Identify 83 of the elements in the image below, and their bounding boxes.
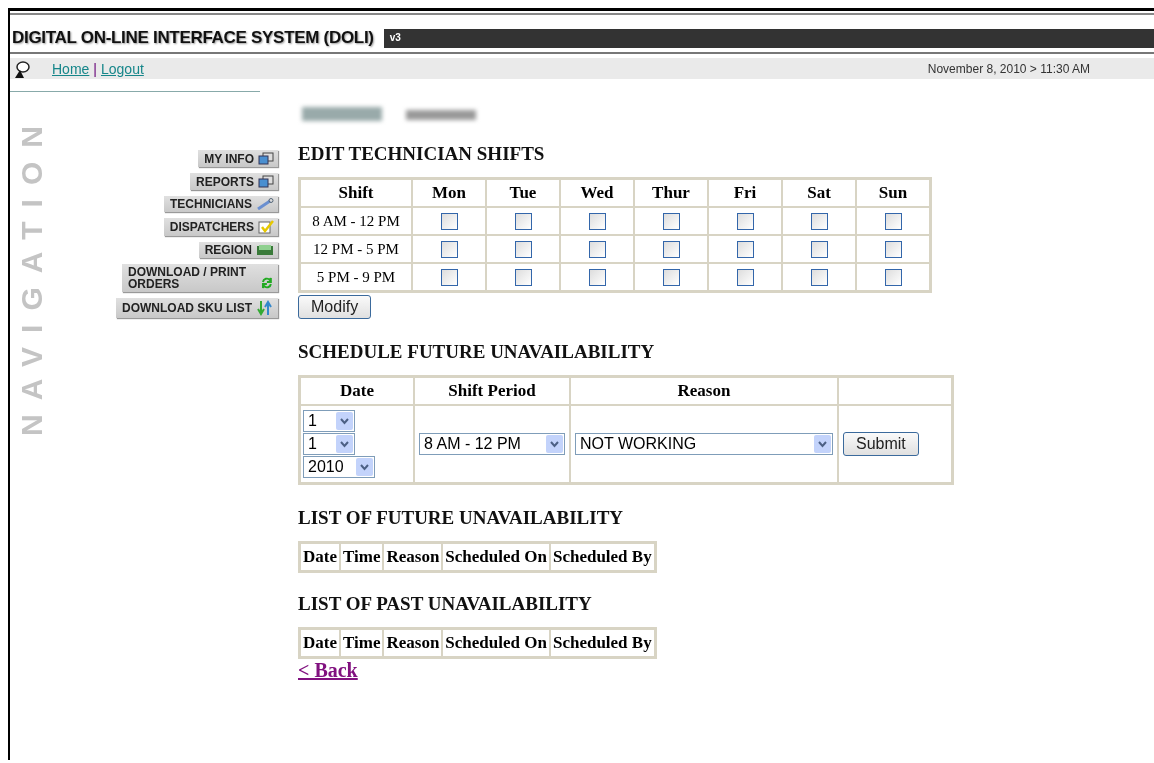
back-link[interactable]: < Back <box>298 659 358 683</box>
checkbox[interactable] <box>736 241 754 259</box>
column-header: Scheduled On <box>442 543 550 572</box>
column-header: Date <box>300 543 340 572</box>
chevron-down-icon <box>356 458 373 477</box>
checkbox[interactable] <box>514 269 532 287</box>
checkbox[interactable] <box>884 213 902 231</box>
submit-button[interactable]: Submit <box>843 432 919 457</box>
column-header: Sun <box>856 179 930 207</box>
column-header: Mon <box>412 179 486 207</box>
shift-label: 8 AM - 12 PM <box>300 207 412 236</box>
column-header: Tue <box>486 179 560 207</box>
nav-button[interactable]: DOWNLOAD / PRINT ORDERS <box>122 264 278 292</box>
checkbox[interactable] <box>810 213 828 231</box>
modify-button[interactable]: Modify <box>298 295 372 320</box>
nav-button[interactable]: DISPATCHERS <box>163 218 278 236</box>
chevron-down-icon <box>336 412 353 431</box>
nav-button[interactable]: TECHNICIANS <box>164 196 278 212</box>
section-heading: LIST OF PAST UNAVAILABILITY <box>298 593 592 616</box>
shift-label: 5 PM - 9 PM <box>300 263 412 292</box>
column-header: Scheduled On <box>442 629 550 658</box>
shift-label: 12 PM - 5 PM <box>300 235 412 264</box>
column-header: Date <box>300 629 340 658</box>
column-header: Time <box>340 629 384 658</box>
chevron-down-icon <box>336 435 353 454</box>
checkbox[interactable] <box>514 213 532 231</box>
logout-link[interactable]: Logout <box>101 60 144 77</box>
checkbox[interactable] <box>588 269 606 287</box>
nav-button[interactable]: REPORTS <box>190 173 278 190</box>
checkbox[interactable] <box>588 213 606 231</box>
date-time: November 8, 2010 > 11:30 AM <box>927 61 1090 76</box>
checklist-icon <box>258 220 274 234</box>
up-down-arrows-icon <box>256 300 274 316</box>
column-header: Time <box>340 543 384 572</box>
checkbox[interactable] <box>588 241 606 259</box>
checkbox[interactable] <box>810 269 828 287</box>
checkbox[interactable] <box>810 241 828 259</box>
shift-period-select[interactable]: 8 AM - 12 PM <box>419 433 565 456</box>
section-heading: EDIT TECHNICIAN SHIFTS <box>298 143 545 165</box>
column-header: Scheduled By <box>549 543 655 572</box>
column-header: Reason <box>383 629 443 658</box>
column-header: Fri <box>708 179 782 207</box>
nav-button[interactable]: DOWNLOAD SKU LIST <box>116 298 278 318</box>
column-header: Reason <box>570 377 838 406</box>
checkbox[interactable] <box>736 213 754 231</box>
checkbox[interactable] <box>736 269 754 287</box>
checkbox[interactable] <box>440 269 458 287</box>
column-header: Date <box>300 377 414 406</box>
checkbox[interactable] <box>662 269 680 287</box>
section-heading: LIST OF FUTURE UNAVAILABILITY <box>298 507 624 530</box>
checkbox[interactable] <box>440 213 458 231</box>
home-link[interactable]: Home <box>52 60 90 77</box>
wrench-icon <box>256 198 274 210</box>
checkbox[interactable] <box>440 241 458 259</box>
column-header: Scheduled By <box>549 629 655 658</box>
day-select[interactable]: 1 <box>303 410 355 433</box>
column-header: Sat <box>782 179 856 207</box>
checkbox[interactable] <box>514 241 532 259</box>
chevron-down-icon <box>546 435 563 454</box>
windows-icon <box>258 152 274 165</box>
column-header: Wed <box>560 179 634 207</box>
reason-select[interactable]: NOT WORKING <box>575 433 833 456</box>
nav-button[interactable]: MY INFO <box>198 150 278 167</box>
column-header: Thur <box>634 179 708 207</box>
checkbox[interactable] <box>884 269 902 287</box>
navigation-label: NAVIGATION <box>15 116 49 436</box>
satellite-dish-icon <box>14 58 30 79</box>
month-select[interactable]: 1 <box>303 433 355 456</box>
separator: | <box>93 60 97 77</box>
refresh-icon <box>260 276 274 290</box>
section-heading: SCHEDULE FUTURE UNAVAILABILITY <box>298 341 655 364</box>
column-header: Shift Period <box>414 377 570 406</box>
column-header: Reason <box>383 543 443 572</box>
version-bar: v3 <box>383 28 1154 48</box>
checkbox[interactable] <box>662 213 680 231</box>
checkbox[interactable] <box>662 241 680 259</box>
column-header: Shift <box>300 179 412 207</box>
chevron-down-icon <box>814 435 831 454</box>
year-select[interactable]: 2010 <box>303 456 375 479</box>
checkbox[interactable] <box>884 241 902 259</box>
nav-button[interactable]: REGION <box>198 242 278 258</box>
app-title: DIGITAL ON-LINE INTERFACE SYSTEM (DOLI) <box>11 28 375 48</box>
windows-icon <box>258 175 274 188</box>
